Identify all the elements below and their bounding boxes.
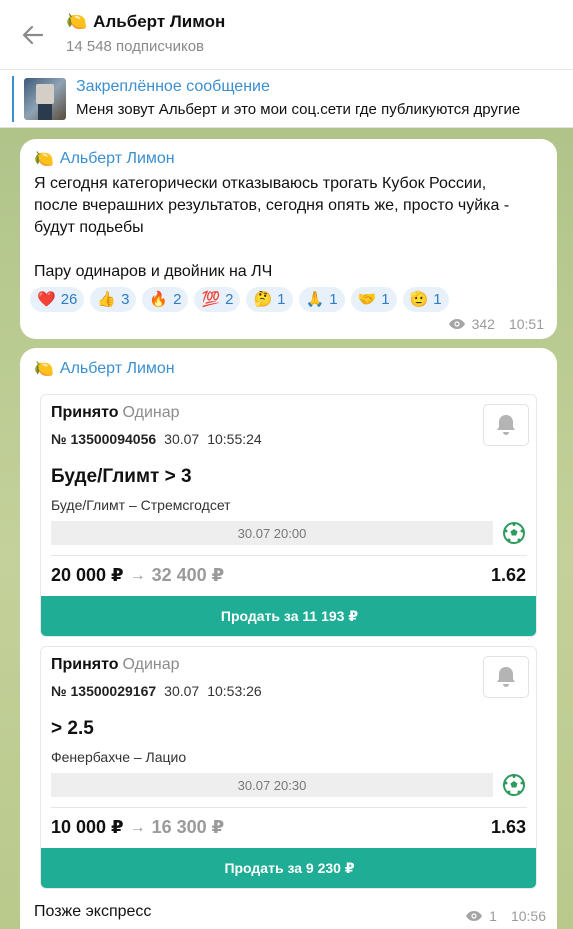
reaction-count: 26 — [60, 291, 78, 308]
subscriber-count: 14 548 подписчиков — [66, 38, 205, 55]
sender-name: Альберт Лимон — [59, 150, 175, 167]
bet-id-line: № 13500094056 30.07 10:55:24 — [51, 431, 262, 447]
lemon-icon: 🍋 — [66, 12, 88, 31]
event-datetime: 30.07 20:30 — [51, 773, 493, 797]
message-line: Я сегодня категорически отказываюсь трог… — [34, 175, 487, 192]
reaction-hundred[interactable]: 💯 2 — [194, 287, 241, 312]
sell-button[interactable]: Продать за 11 193 ₽ — [41, 596, 536, 636]
message-caption: Позже экспресс — [34, 903, 152, 920]
reaction-count: 1 — [277, 291, 286, 308]
fire-icon: 🔥 — [149, 291, 169, 308]
view-count: 342 — [471, 316, 495, 332]
message-text: Я сегодня категорически отказываюсь трог… — [34, 173, 544, 283]
divider — [51, 555, 527, 556]
pinned-thumbnail — [24, 78, 66, 120]
divider — [51, 807, 527, 808]
message-sender[interactable]: 🍋 Альберт Лимон — [34, 359, 175, 379]
status-text: Принято — [51, 404, 119, 421]
message-time: 10:56 — [510, 908, 546, 924]
salute-icon: 🫡 — [409, 291, 429, 308]
bet-type: Одинар — [122, 404, 180, 421]
bet-type: Одинар — [122, 656, 180, 673]
message-bubble[interactable]: 🍋 Альберт Лимон Принято Одинар № 13500094… — [20, 348, 557, 929]
stake-amount: 20 000 ₽ — [51, 565, 124, 585]
message-bubble[interactable]: 🍋 Альберт Лимон Я сегодня категорически … — [20, 139, 557, 339]
message-line: будут подьебы — [34, 219, 144, 236]
pray-icon: 🙏 — [305, 291, 325, 308]
bet-number: № 13500029167 — [51, 683, 157, 699]
pinned-indicator — [12, 76, 14, 122]
reaction-count: 3 — [121, 291, 130, 308]
reaction-thumbs-up[interactable]: 👍 3 — [90, 287, 137, 312]
sender-name: Альберт Лимон — [59, 360, 175, 377]
thinking-icon: 🤔 — [253, 291, 273, 308]
eye-icon — [448, 319, 465, 329]
bet-pick: > 2.5 — [51, 718, 94, 739]
chat-header: 🍋 Альберт Лимон 14 548 подписчиков — [0, 0, 573, 70]
soccer-ball-icon — [503, 774, 525, 796]
message-meta: 342 10:51 — [448, 316, 544, 332]
arrow-right-icon: → — [129, 818, 146, 836]
soccer-ball-icon — [503, 522, 525, 544]
bet-date: 30.07 — [164, 683, 200, 699]
message-meta: 1 10:56 — [465, 908, 546, 924]
bet-time: 10:55:24 — [207, 431, 262, 447]
reaction-fire[interactable]: 🔥 2 — [142, 287, 189, 312]
message-line: после вчерашних результатов, сегодня опя… — [34, 197, 510, 214]
back-arrow-icon[interactable] — [20, 22, 46, 48]
bet-status: Принято Одинар — [51, 656, 180, 674]
event-datetime: 30.07 20:00 — [51, 521, 493, 545]
win-amount: 16 300 ₽ — [151, 817, 225, 837]
bet-event: Фенербахче – Лацио — [51, 749, 187, 765]
bet-number: № 13500094056 — [51, 431, 157, 447]
view-count: 1 — [489, 908, 497, 924]
message-sender[interactable]: 🍋 Альберт Лимон — [34, 149, 175, 169]
reaction-count: 1 — [381, 291, 390, 308]
bet-id-line: № 13500029167 30.07 10:53:26 — [51, 683, 262, 699]
reaction-count: 1 — [433, 291, 442, 308]
pinned-message-bar[interactable]: Закреплённое сообщение Меня зовут Альбер… — [0, 70, 573, 128]
bet-status: Принято Одинар — [51, 404, 180, 422]
bet-amounts: 20 000 ₽ → 32 400 ₽ — [51, 565, 224, 586]
bet-pick: Буде/Глимт > 3 — [51, 466, 192, 487]
bell-icon[interactable] — [483, 404, 529, 446]
stake-amount: 10 000 ₽ — [51, 817, 124, 837]
bet-card: Принято Одинар № 13500029167 30.07 10:53:26… — [40, 646, 537, 889]
status-text: Принято — [51, 656, 119, 673]
bet-card: Принято Одинар № 13500094056 30.07 10:55:24… — [40, 394, 537, 637]
lemon-icon: 🍋 — [34, 151, 54, 168]
lemon-icon: 🍋 — [34, 361, 54, 378]
reaction-count: 1 — [329, 291, 338, 308]
eye-icon — [466, 911, 483, 921]
bet-odds: 1.62 — [490, 565, 526, 585]
bell-icon[interactable] — [483, 656, 529, 698]
reaction-pray[interactable]: 🙏 1 — [298, 287, 345, 312]
reactions-bar: ❤️ 26 👍 3 🔥 2 💯 2 🤔 1 🙏 1 🤝 1 🫡 1 — [30, 287, 449, 312]
message-time: 10:51 — [508, 316, 544, 332]
handshake-icon: 🤝 — [357, 291, 377, 308]
bet-amounts: 10 000 ₽ → 16 300 ₽ — [51, 817, 224, 838]
bet-date: 30.07 — [164, 431, 200, 447]
heart-icon: ❤️ — [37, 291, 56, 308]
reaction-count: 2 — [225, 291, 234, 308]
reaction-count: 2 — [173, 291, 182, 308]
win-amount: 32 400 ₽ — [151, 565, 225, 585]
channel-name: Альберт Лимон — [93, 12, 226, 31]
thumbs-up-icon: 👍 — [97, 291, 117, 308]
message-line — [34, 239, 544, 261]
reaction-handshake[interactable]: 🤝 1 — [350, 287, 397, 312]
sell-button[interactable]: Продать за 9 230 ₽ — [41, 848, 536, 888]
bet-time: 10:53:26 — [207, 683, 262, 699]
hundred-icon: 💯 — [201, 291, 221, 308]
bet-odds: 1.63 — [490, 817, 526, 837]
pinned-text: Меня зовут Альберт и это мои соц.сети гд… — [76, 101, 521, 118]
message-line: Пару одинаров и двойник на ЛЧ — [34, 263, 273, 280]
arrow-right-icon: → — [129, 566, 146, 584]
reaction-thinking[interactable]: 🤔 1 — [246, 287, 293, 312]
reaction-heart[interactable]: ❤️ 26 — [30, 287, 85, 312]
pinned-title: Закреплённое сообщение — [76, 78, 270, 95]
channel-title[interactable]: 🍋 Альберт Лимон — [66, 12, 225, 32]
reaction-salute[interactable]: 🫡 1 — [402, 287, 449, 312]
bet-event: Буде/Глимт – Стремсгодсет — [51, 497, 231, 513]
